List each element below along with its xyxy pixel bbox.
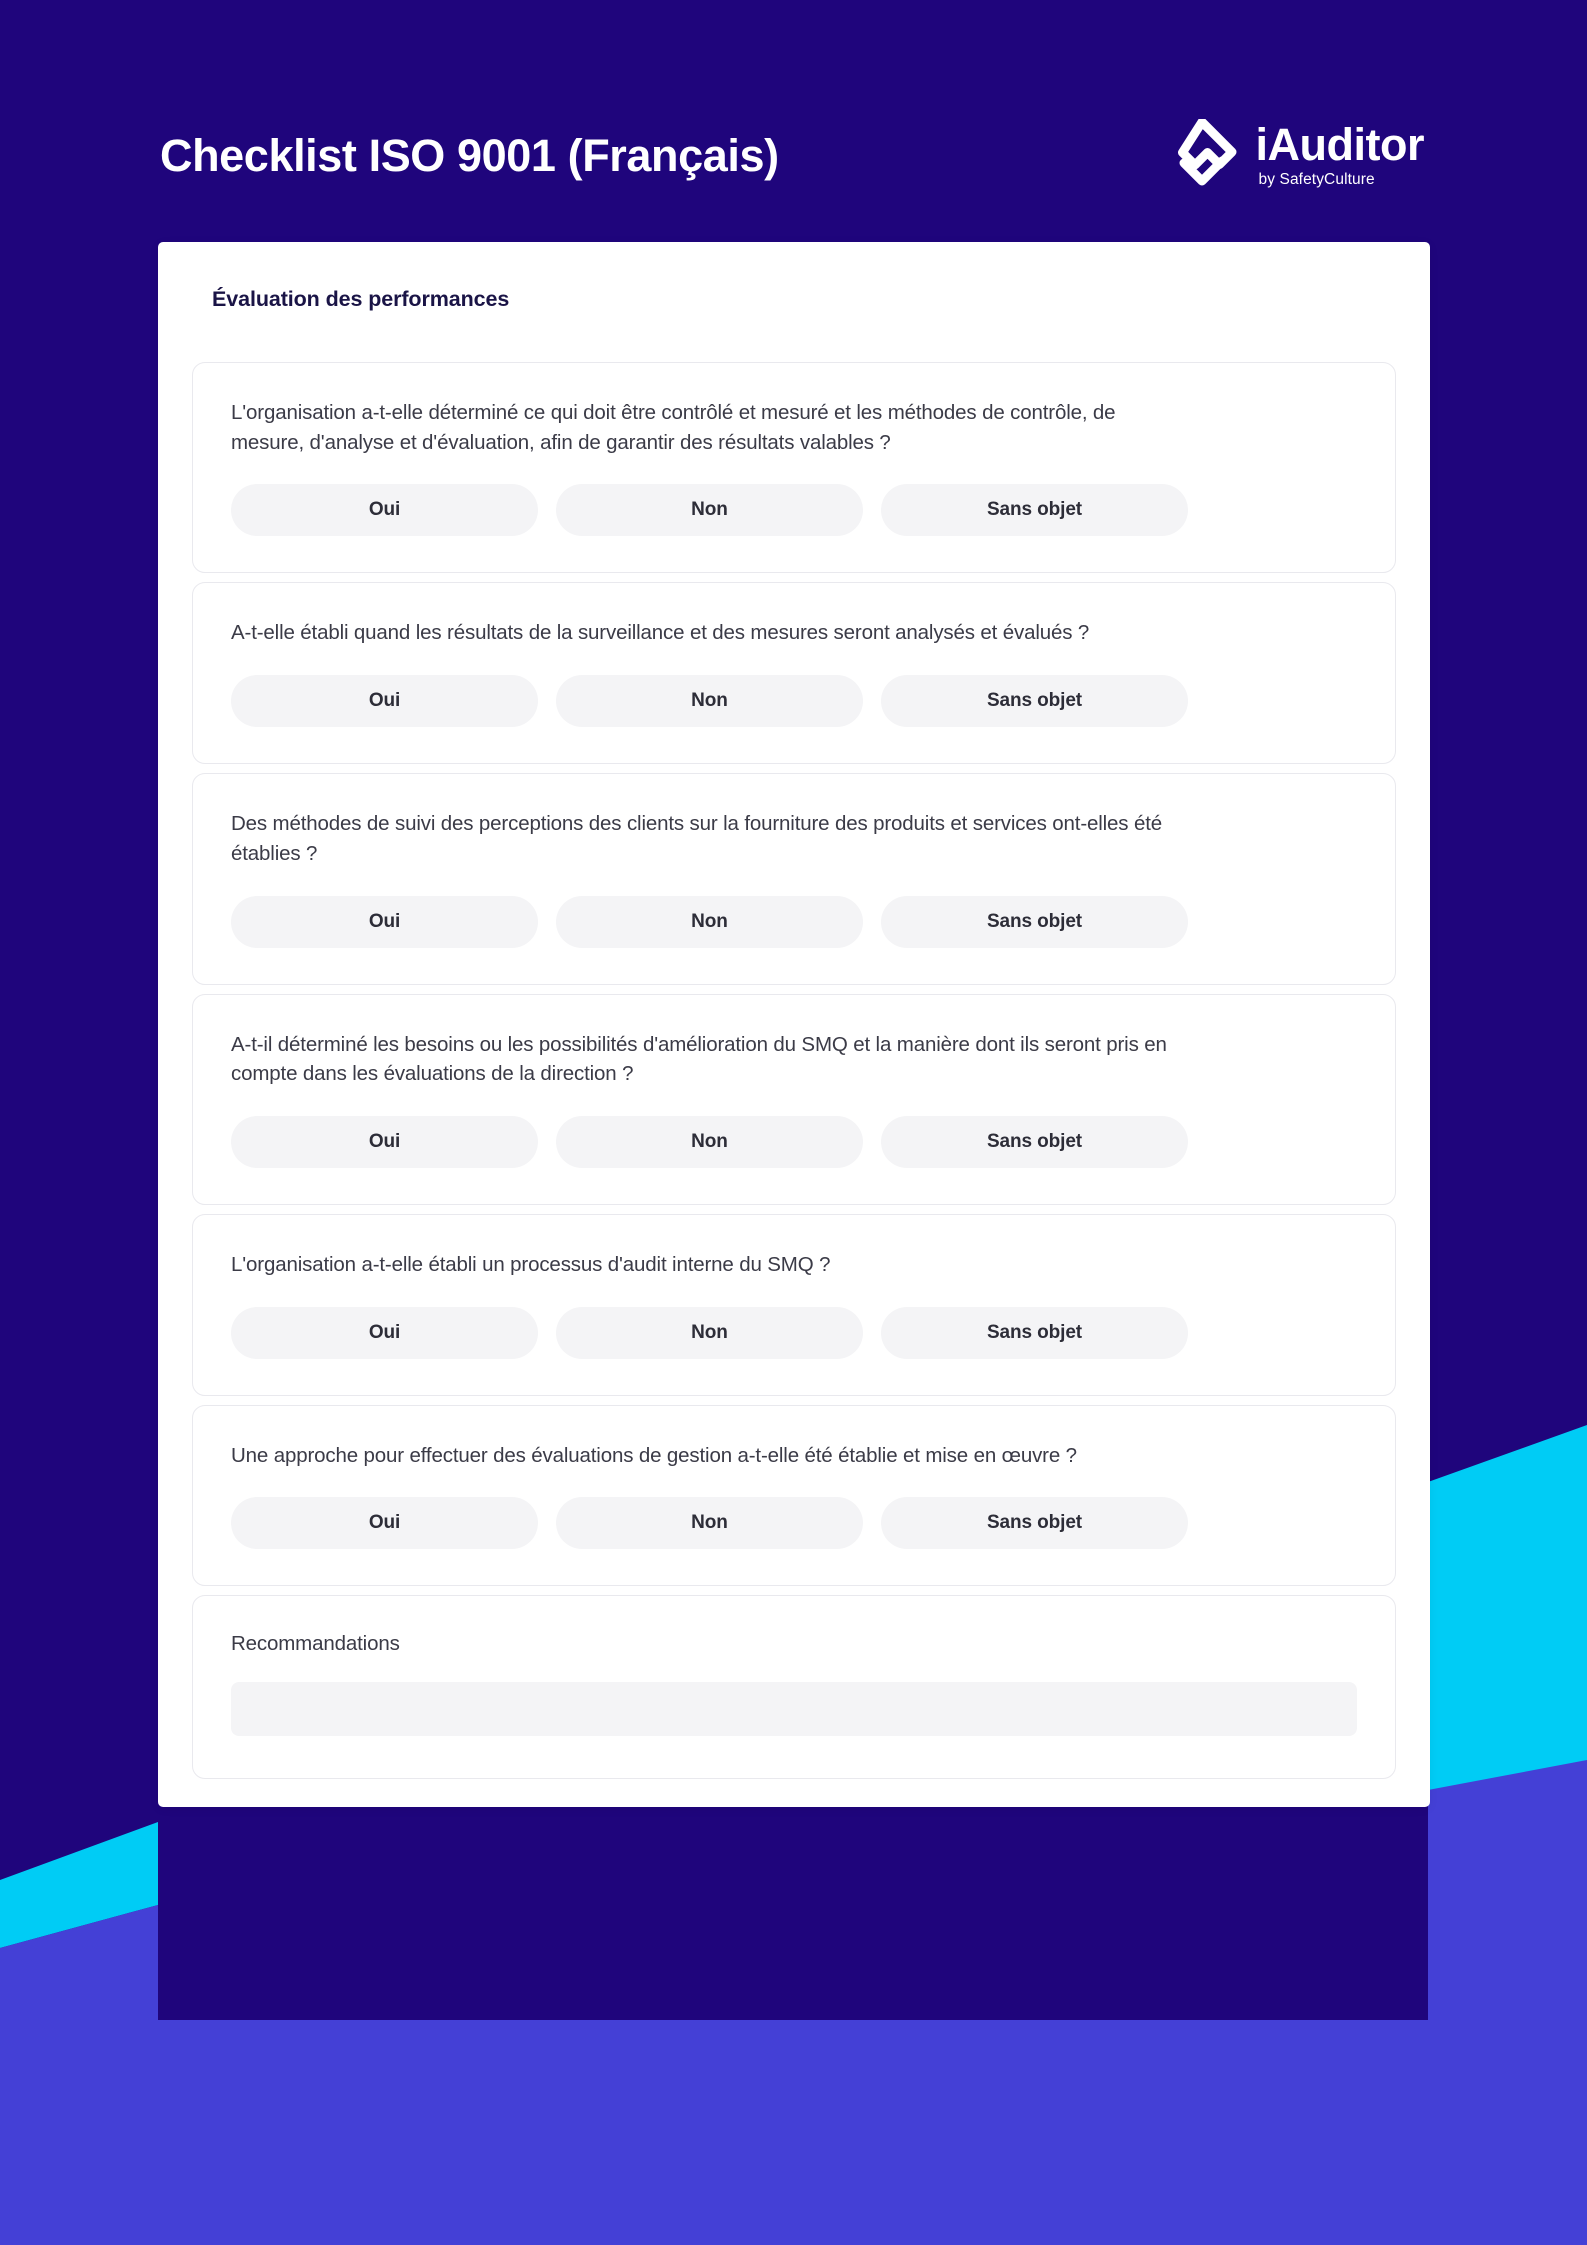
answer-row: Oui Non Sans objet (231, 1497, 1357, 1550)
answer-row: Oui Non Sans objet (231, 895, 1357, 948)
brand-name: iAuditor (1255, 119, 1425, 171)
answer-option-oui[interactable]: Oui (231, 895, 538, 948)
question-text: Des méthodes de suivi des perceptions de… (231, 812, 1163, 865)
recommendations-input[interactable] (231, 1682, 1357, 1737)
answer-row: Oui Non Sans objet (231, 1116, 1357, 1169)
answer-option-oui[interactable]: Oui (231, 1306, 538, 1359)
question-card: L'organisation a-t-elle établi un proces… (192, 1214, 1396, 1396)
answer-option-oui[interactable]: Oui (231, 675, 538, 728)
answer-row: Oui Non Sans objet (231, 1306, 1357, 1359)
answer-option-sans-objet[interactable]: Sans objet (881, 1306, 1188, 1359)
answer-option-oui[interactable]: Oui (231, 484, 538, 537)
page-title: Checklist ISO 9001 (Français) (160, 129, 779, 181)
question-text: A-t-elle établi quand les résultats de l… (231, 621, 1090, 645)
answer-option-oui[interactable]: Oui (231, 1116, 538, 1169)
section-title-row: Évaluation des performances (158, 242, 1430, 362)
brand-text: iAuditor by SafetyCulture (1255, 119, 1425, 189)
answer-option-non[interactable]: Non (556, 895, 863, 948)
answer-option-non[interactable]: Non (556, 484, 863, 537)
question-text: A-t-il déterminé les besoins ou les poss… (231, 1032, 1167, 1086)
checklist-sheet: Évaluation des performances L'organisati… (158, 242, 1430, 1808)
answer-option-non[interactable]: Non (556, 1306, 863, 1359)
question-text: L'organisation a-t-elle établi un proces… (231, 1253, 831, 1277)
answer-option-oui[interactable]: Oui (231, 1497, 538, 1550)
answer-row: Oui Non Sans objet (231, 675, 1357, 728)
question-card: L'organisation a-t-elle déterminé ce qui… (192, 362, 1396, 574)
answer-option-non[interactable]: Non (556, 1497, 863, 1550)
diamond-check-icon (1177, 119, 1237, 186)
recommendations-label: Recommandations (231, 1632, 400, 1656)
answer-option-non[interactable]: Non (556, 1116, 863, 1169)
question-text: Une approche pour effectuer des évaluati… (231, 1443, 1077, 1467)
answer-option-sans-objet[interactable]: Sans objet (881, 1497, 1188, 1550)
question-text: L'organisation a-t-elle déterminé ce qui… (231, 401, 1116, 454)
brand-logo: iAuditor by SafetyCulture (1166, 119, 1425, 191)
blue-band-bottom (0, 2020, 1587, 2245)
answer-option-sans-objet[interactable]: Sans objet (881, 484, 1188, 537)
answer-option-sans-objet[interactable]: Sans objet (881, 895, 1188, 948)
section-title: Évaluation des performances (212, 287, 510, 311)
question-card: A-t-elle établi quand les résultats de l… (192, 582, 1396, 765)
page-header: Checklist ISO 9001 (Français) iAuditor b… (0, 100, 1587, 210)
answer-option-sans-objet[interactable]: Sans objet (881, 675, 1188, 728)
brand-tagline: by SafetyCulture (1258, 171, 1375, 189)
answer-option-sans-objet[interactable]: Sans objet (881, 1116, 1188, 1169)
answer-option-non[interactable]: Non (556, 675, 863, 728)
question-card: Une approche pour effectuer des évaluati… (192, 1404, 1396, 1587)
answer-row: Oui Non Sans objet (231, 484, 1357, 537)
question-card: Des méthodes de suivi des perceptions de… (192, 773, 1396, 985)
question-card: A-t-il déterminé les besoins ou les poss… (192, 993, 1396, 1206)
question-list: L'organisation a-t-elle déterminé ce qui… (158, 362, 1430, 1780)
recommendations-card: Recommandations (192, 1595, 1396, 1780)
